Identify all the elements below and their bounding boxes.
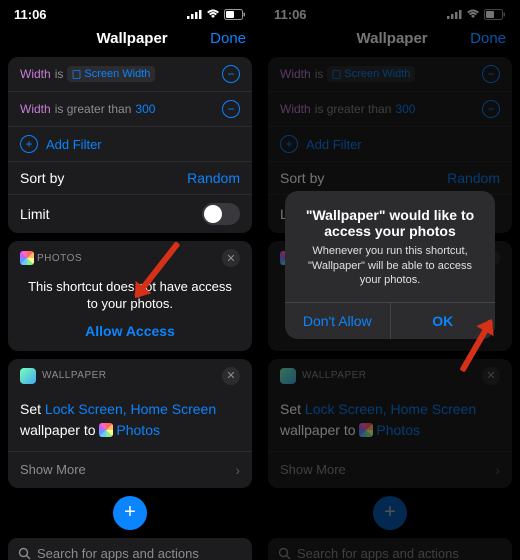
limit-row: Limit	[8, 195, 252, 233]
wallpaper-app-icon	[20, 368, 36, 384]
permission-dialog-backdrop: "Wallpaper" would like to access your ph…	[260, 0, 520, 560]
photos-icon	[99, 423, 113, 437]
dont-allow-button[interactable]: Don't Allow	[285, 303, 390, 339]
filter-field: Width	[20, 102, 51, 116]
remove-filter-icon[interactable]: −	[222, 100, 240, 118]
wallpaper-card: WALLPAPER ✕ Set Lock Screen, Home Screen…	[8, 359, 252, 488]
done-button[interactable]: Done	[210, 30, 246, 47]
limit-label: Limit	[20, 206, 50, 222]
dialog-message: Whenever you run this shortcut, "Wallpap…	[299, 244, 481, 289]
card-header: PHOTOS ✕	[8, 241, 252, 271]
wifi-icon	[206, 9, 220, 19]
app-label: WALLPAPER	[42, 370, 107, 381]
close-icon[interactable]: ✕	[222, 367, 240, 385]
search-bar[interactable]: Search for apps and actions	[8, 538, 252, 560]
card-header: WALLPAPER ✕	[8, 359, 252, 389]
status-bar: 11:06	[0, 0, 260, 24]
set-wallpaper-row[interactable]: Set Lock Screen, Home Screen wallpaper t…	[8, 389, 252, 451]
status-icons	[187, 9, 246, 20]
sort-value: Random	[187, 170, 240, 186]
access-message: This shortcut does not have access to yo…	[28, 279, 232, 313]
card-body: This shortcut does not have access to yo…	[8, 271, 252, 351]
add-filter-row[interactable]: + Add Filter	[8, 127, 252, 162]
dialog-buttons: Don't Allow OK	[285, 302, 495, 339]
limit-toggle[interactable]	[202, 203, 240, 225]
add-action-button[interactable]: +	[113, 496, 147, 530]
app-label: PHOTOS	[37, 253, 82, 264]
nav-bar: Wallpaper Done	[0, 24, 260, 57]
screen-width-icon	[72, 70, 81, 79]
signal-icon	[187, 9, 202, 19]
permission-dialog: "Wallpaper" would like to access your ph…	[285, 191, 495, 340]
filter-op: is	[55, 67, 64, 81]
dialog-title: "Wallpaper" would like to access your ph…	[299, 207, 481, 239]
filter-value: 300	[135, 102, 155, 116]
filter-card: Width is Screen Width − Width is greater…	[8, 57, 252, 233]
filter-row-2[interactable]: Width is greater than 300 −	[8, 92, 252, 127]
page-title: Wallpaper	[54, 30, 210, 47]
filter-op: is greater than	[55, 102, 132, 116]
add-filter-label: Add Filter	[46, 137, 102, 152]
left-screenshot: 11:06 Wallpaper Done Width is Screen Wid…	[0, 0, 260, 560]
remove-filter-icon[interactable]: −	[222, 65, 240, 83]
show-more-button[interactable]: Show More ›	[8, 451, 252, 488]
sort-label: Sort by	[20, 170, 64, 186]
time: 11:06	[14, 7, 47, 22]
chevron-right-icon: ›	[235, 462, 240, 478]
filter-field: Width	[20, 67, 51, 81]
plus-icon: +	[20, 135, 38, 153]
search-icon	[18, 547, 31, 560]
search-placeholder: Search for apps and actions	[37, 546, 199, 560]
right-screenshot: 11:06 Wallpaper Done WidthisScreen Width…	[260, 0, 520, 560]
filter-row-1[interactable]: Width is Screen Width −	[8, 57, 252, 92]
sort-by-row[interactable]: Sort by Random	[8, 162, 252, 195]
filter-value-tag: Screen Width	[67, 66, 155, 82]
close-icon[interactable]: ✕	[222, 249, 240, 267]
photos-card: PHOTOS ✕ This shortcut does not have acc…	[8, 241, 252, 351]
photos-app-icon	[20, 251, 34, 265]
allow-access-button[interactable]: Allow Access	[28, 323, 232, 339]
battery-icon	[224, 9, 246, 20]
